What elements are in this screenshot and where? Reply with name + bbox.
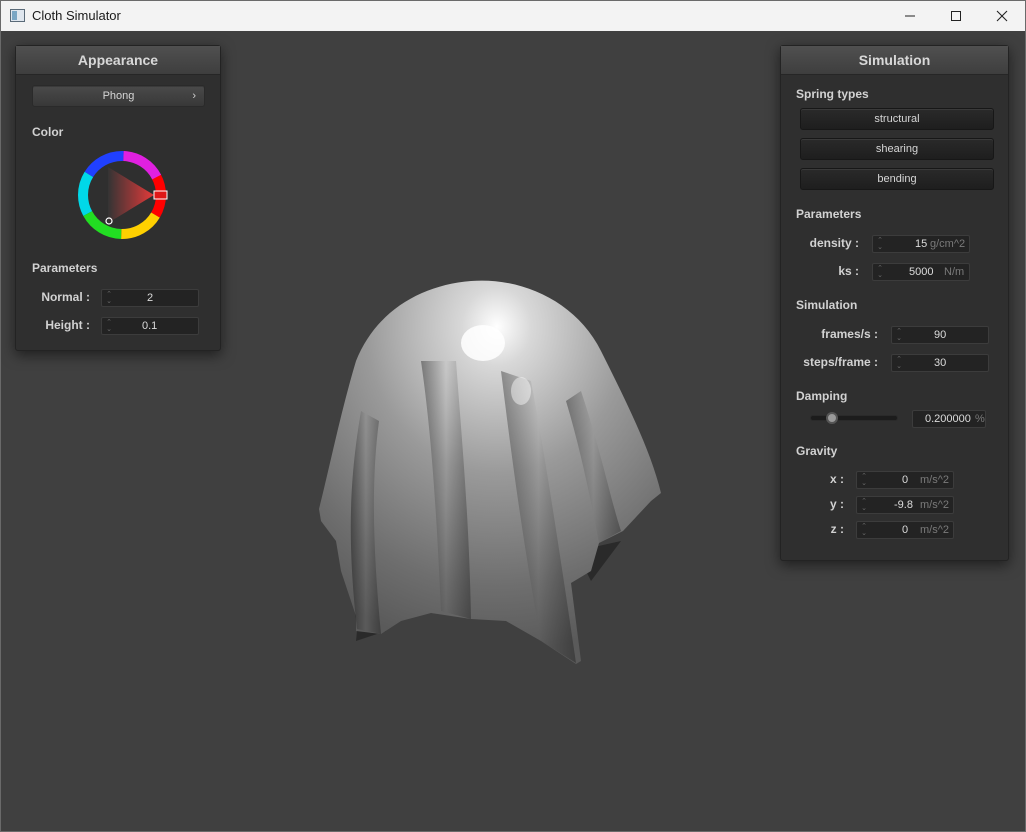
density-input[interactable]: ⌃ ⌄ 15 g/cm^2 (872, 235, 970, 253)
frames-per-second-value: 90 (934, 329, 947, 341)
height-label: Height : (45, 318, 90, 332)
normal-input[interactable]: ⌃ ⌄ 2 (101, 289, 199, 307)
frames-per-second-input[interactable]: ⌃ ⌄ 90 (891, 326, 989, 344)
damping-slider[interactable] (810, 412, 898, 424)
gravity-x-label: x : (829, 472, 844, 486)
density-unit: g/cm^2 (930, 238, 966, 250)
simulation-panel-title: Simulation (781, 46, 1008, 75)
spinner-arrows-icon[interactable]: ⌃ ⌄ (895, 328, 903, 342)
chevron-right-icon: › (192, 90, 196, 102)
structural-toggle-button[interactable]: structural (800, 108, 994, 130)
shearing-toggle-button[interactable]: shearing (800, 138, 994, 160)
bending-toggle-button[interactable]: bending (800, 168, 994, 190)
steps-per-frame-input[interactable]: ⌃ ⌄ 30 (891, 354, 989, 372)
color-wheel-picker[interactable] (74, 147, 170, 243)
spring-types-label: Spring types (796, 87, 869, 101)
density-label: density : (809, 236, 859, 250)
ks-unit: N/m (944, 266, 965, 278)
gravity-z-unit: m/s^2 (920, 524, 949, 536)
sim-parameters-label: Parameters (796, 207, 862, 221)
gravity-y-value: -9.8 (894, 499, 913, 511)
spinner-arrows-icon[interactable]: ⌃ ⌄ (876, 265, 884, 279)
spinner-arrows-icon[interactable]: ⌃ ⌄ (105, 291, 113, 305)
simulation-section-label: Simulation (796, 298, 858, 312)
maximize-icon (951, 11, 961, 21)
appearance-panel: Appearance Phong › Color Parameters Norm… (15, 45, 221, 351)
spinner-arrows-icon[interactable]: ⌃ ⌄ (860, 473, 868, 487)
steps-per-frame-label: steps/frame : (803, 355, 878, 369)
gravity-y-unit: m/s^2 (920, 499, 949, 511)
window-title: Cloth Simulator (32, 8, 121, 23)
frames-per-second-label: frames/s : (821, 327, 878, 341)
close-button[interactable] (979, 1, 1025, 31)
normal-label: Normal : (41, 290, 90, 304)
shader-selector-button[interactable]: Phong › (32, 85, 205, 107)
appearance-panel-title: Appearance (16, 46, 220, 75)
damping-label: Damping (796, 389, 848, 403)
appearance-parameters-label: Parameters (32, 261, 98, 275)
minimize-button[interactable] (887, 1, 933, 31)
app-window: Cloth Simulator Appearance Phong › Color… (0, 0, 1026, 832)
app-window-icon (10, 9, 25, 22)
damping-unit: % (975, 413, 985, 425)
maximize-button[interactable] (933, 1, 979, 31)
spinner-arrows-icon[interactable]: ⌃ ⌄ (895, 356, 903, 370)
height-value: 0.1 (142, 320, 158, 332)
gravity-x-input[interactable]: ⌃ ⌄ 0 m/s^2 (856, 471, 954, 489)
damping-slider-handle[interactable] (826, 412, 838, 424)
simulation-panel: Simulation Spring types structural shear… (780, 45, 1009, 561)
height-input[interactable]: ⌃ ⌄ 0.1 (101, 317, 199, 335)
ks-label: ks : (838, 264, 859, 278)
color-section-label: Color (32, 125, 64, 139)
spinner-arrows-icon[interactable]: ⌃ ⌄ (860, 523, 868, 537)
damping-input[interactable]: 0.200000 % (912, 410, 986, 428)
close-icon (996, 10, 1008, 22)
spinner-arrows-icon[interactable]: ⌃ ⌄ (876, 237, 884, 251)
gravity-z-label: z : (830, 522, 844, 536)
ks-input[interactable]: ⌃ ⌄ 5000 N/m (872, 263, 970, 281)
spinner-arrows-icon[interactable]: ⌃ ⌄ (860, 498, 868, 512)
gravity-y-label: y : (829, 497, 844, 511)
damping-value: 0.200000 (925, 413, 971, 425)
title-bar[interactable]: Cloth Simulator (1, 1, 1025, 31)
steps-per-frame-value: 30 (934, 357, 947, 369)
gravity-x-unit: m/s^2 (920, 474, 949, 486)
gravity-z-input[interactable]: ⌃ ⌄ 0 m/s^2 (856, 521, 954, 539)
gravity-x-value: 0 (902, 474, 909, 486)
normal-value: 2 (147, 292, 154, 304)
minimize-icon (905, 15, 915, 17)
shader-label: Phong (102, 90, 135, 102)
ks-value: 5000 (909, 266, 934, 278)
gravity-y-input[interactable]: ⌃ ⌄ -9.8 m/s^2 (856, 496, 954, 514)
gravity-label: Gravity (796, 444, 838, 458)
spinner-arrows-icon[interactable]: ⌃ ⌄ (105, 319, 113, 333)
3d-viewport[interactable]: Appearance Phong › Color Parameters Norm… (1, 31, 1025, 831)
gravity-z-value: 0 (902, 524, 909, 536)
density-value: 15 (915, 238, 928, 250)
